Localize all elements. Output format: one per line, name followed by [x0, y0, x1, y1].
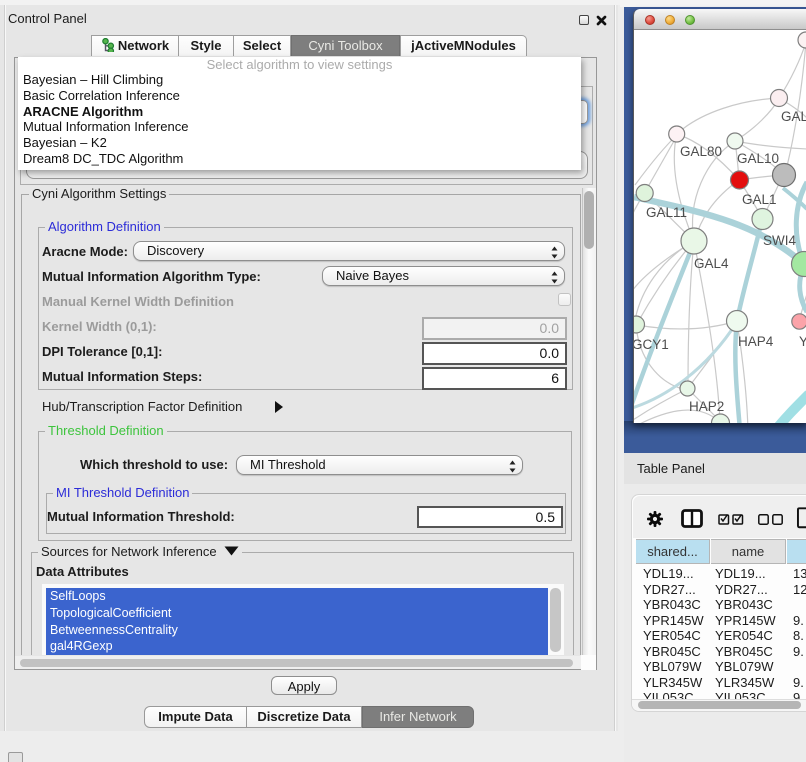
svg-text:SWI4: SWI4 [763, 233, 796, 248]
svg-text:GAL80: GAL80 [680, 144, 722, 159]
svg-text:HAP4: HAP4 [738, 334, 774, 349]
svg-text:GAL7: GAL7 [781, 109, 806, 124]
svg-text:GCY1: GCY1 [634, 337, 669, 352]
svg-text:YEL0: YEL0 [799, 334, 806, 349]
svg-text:HAP2: HAP2 [689, 399, 724, 414]
svg-text:GAL4: GAL4 [694, 256, 729, 271]
svg-text:GAL11: GAL11 [646, 205, 687, 220]
svg-text:GAL10: GAL10 [737, 151, 779, 166]
svg-text:GAL1: GAL1 [742, 192, 777, 207]
